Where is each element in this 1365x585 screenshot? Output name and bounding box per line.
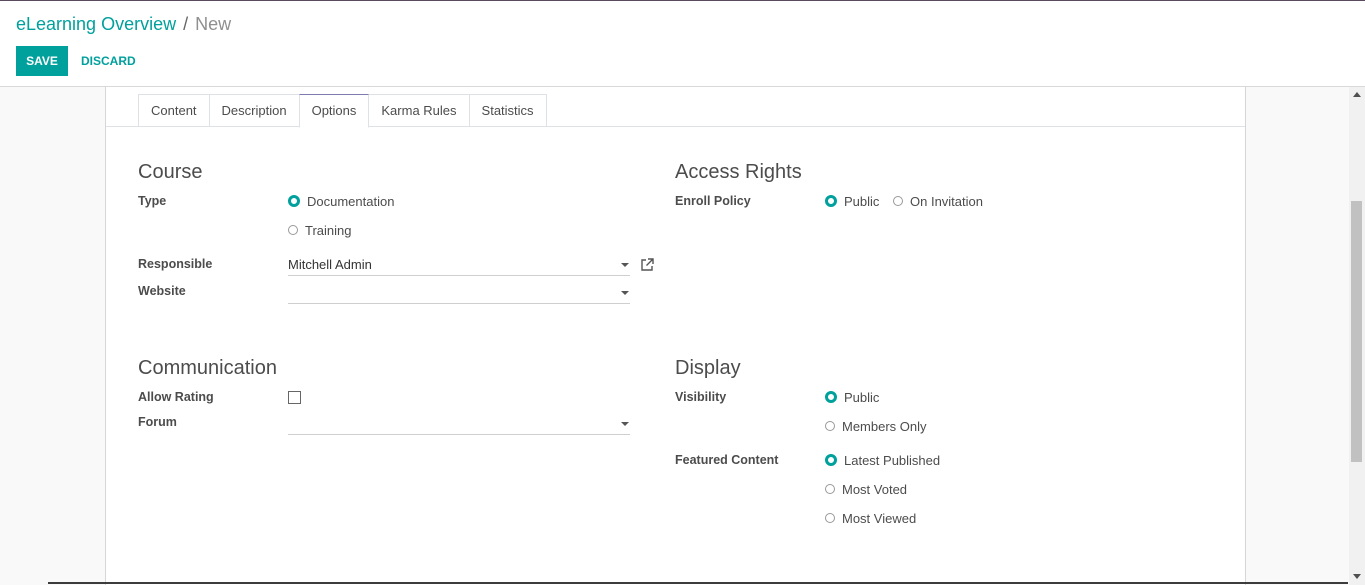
form-sheet: Content Description Options Karma Rules … [105, 87, 1246, 585]
radio-label: Documentation [307, 193, 395, 209]
breadcrumb: eLearning Overview / New [16, 14, 231, 35]
featured-radio-most-viewed[interactable]: Most Viewed [825, 510, 916, 526]
radio-unchecked-icon [825, 484, 835, 494]
discard-button[interactable]: DISCARD [74, 46, 143, 76]
control-panel: eLearning Overview / New SAVE DISCARD [0, 1, 1365, 87]
radio-label: On Invitation [910, 193, 983, 209]
tab-karma-rules[interactable]: Karma Rules [368, 94, 470, 127]
responsible-field[interactable]: Mitchell Admin [288, 255, 630, 276]
featured-content-label: Featured Content [675, 453, 779, 467]
tab-content[interactable]: Content [138, 94, 210, 127]
visibility-radio-public[interactable]: Public [825, 389, 879, 405]
breadcrumb-current: New [195, 14, 232, 34]
external-link-icon[interactable] [640, 258, 654, 272]
radio-label: Most Viewed [842, 510, 917, 526]
allow-rating-label: Allow Rating [138, 390, 214, 404]
bottom-border [48, 582, 1348, 584]
breadcrumb-separator: / [183, 14, 189, 34]
radio-unchecked-icon [825, 513, 835, 523]
radio-unchecked-icon [825, 421, 835, 431]
type-radio-training[interactable]: Training [288, 222, 351, 238]
radio-checked-icon [288, 195, 300, 207]
scroll-up-icon[interactable] [1353, 92, 1361, 97]
chevron-down-icon[interactable] [621, 422, 629, 426]
enroll-policy-label: Enroll Policy [675, 194, 751, 208]
radio-unchecked-icon [893, 196, 903, 206]
responsible-value: Mitchell Admin [288, 257, 372, 272]
radio-checked-icon [825, 195, 837, 207]
visibility-radio-members-only[interactable]: Members Only [825, 418, 927, 434]
visibility-label: Visibility [675, 390, 727, 404]
chevron-down-icon[interactable] [621, 291, 629, 295]
radio-unchecked-icon [288, 225, 298, 235]
tab-options[interactable]: Options [298, 94, 370, 128]
enroll-radio-public[interactable]: Public [825, 193, 879, 209]
type-radio-documentation[interactable]: Documentation [288, 193, 394, 209]
responsible-label: Responsible [138, 257, 213, 271]
tab-statistics[interactable]: Statistics [468, 94, 547, 127]
chevron-down-icon[interactable] [621, 263, 629, 267]
display-section-title: Display [675, 357, 741, 379]
allow-rating-checkbox[interactable] [288, 391, 301, 404]
scrollbar-thumb[interactable] [1351, 201, 1362, 462]
radio-checked-icon [825, 454, 837, 466]
communication-section-title: Communication [138, 357, 277, 379]
radio-label: Members Only [842, 418, 927, 434]
featured-radio-latest-published[interactable]: Latest Published [825, 452, 940, 468]
breadcrumb-parent-link[interactable]: eLearning Overview [16, 14, 176, 34]
radio-label: Public [844, 193, 880, 209]
save-button[interactable]: SAVE [16, 46, 68, 76]
enroll-radio-on-invitation[interactable]: On Invitation [893, 193, 983, 209]
course-section-title: Course [138, 161, 203, 183]
radio-label: Latest Published [844, 452, 941, 468]
vertical-scrollbar[interactable] [1349, 87, 1365, 585]
radio-label: Training [305, 222, 352, 238]
forum-field[interactable] [288, 414, 630, 435]
access-rights-section-title: Access Rights [675, 161, 802, 183]
featured-radio-most-voted[interactable]: Most Voted [825, 481, 907, 497]
radio-checked-icon [825, 391, 837, 403]
tab-description[interactable]: Description [208, 94, 300, 127]
scroll-down-icon[interactable] [1353, 574, 1361, 579]
website-field[interactable] [288, 283, 630, 304]
type-label: Type [138, 194, 167, 208]
website-label: Website [138, 284, 186, 298]
radio-label: Public [844, 389, 880, 405]
forum-label: Forum [138, 415, 177, 429]
radio-label: Most Voted [842, 481, 908, 497]
tab-bar: Content Description Options Karma Rules … [138, 94, 547, 128]
